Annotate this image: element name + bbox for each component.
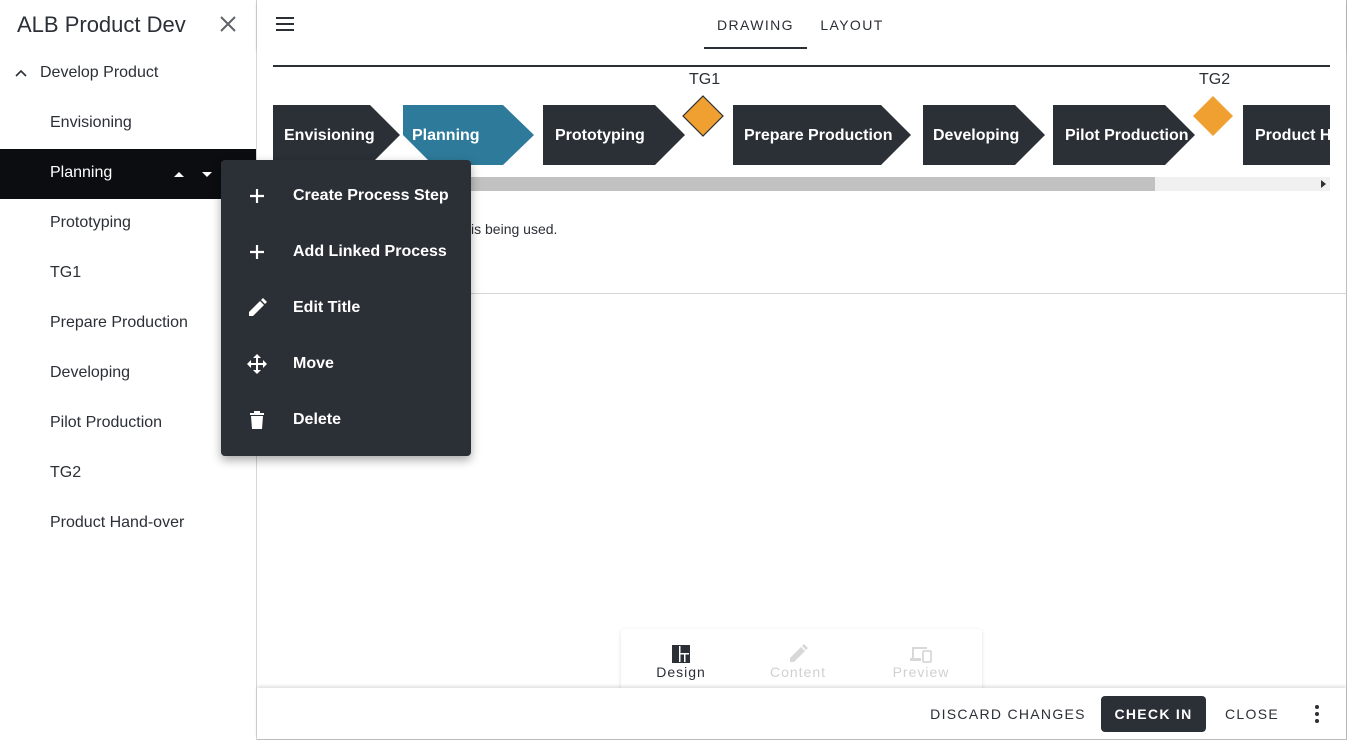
step-label-envisioning: Envisioning bbox=[284, 127, 375, 144]
menu-item-label: Delete bbox=[293, 411, 342, 428]
sidebar-item-label: Prepare Production bbox=[50, 314, 188, 331]
design-icon bbox=[672, 645, 690, 663]
discard-changes-button[interactable]: DISCARD CHANGES bbox=[924, 696, 1092, 732]
sidebar-item-label: Developing bbox=[50, 364, 131, 381]
close-button[interactable]: CLOSE bbox=[1215, 696, 1289, 732]
sidebar-item-label: Product Hand-over bbox=[50, 514, 185, 531]
trash-icon bbox=[250, 411, 264, 429]
move-icon bbox=[247, 354, 267, 374]
gate-label-tg1: TG1 bbox=[689, 71, 721, 88]
mode-label: Content bbox=[769, 664, 827, 680]
step-label-product-hand-over: Product Hand-over bbox=[1255, 127, 1330, 144]
process-shapes bbox=[273, 95, 1330, 165]
tab-layout[interactable]: LAYOUT bbox=[809, 0, 895, 49]
sidebar-item-tg1[interactable]: TG1 bbox=[0, 249, 256, 299]
gate-label-tg2: TG2 bbox=[1199, 71, 1231, 88]
step-label-pilot-production: Pilot Production bbox=[1065, 127, 1189, 144]
menu-item-label: Edit Title bbox=[293, 299, 361, 316]
menu-item-label: Create Process Step bbox=[293, 187, 449, 204]
step-label-developing: Developing bbox=[933, 127, 1020, 144]
mode-switcher: Design Content Preview bbox=[621, 629, 982, 691]
scroll-right-arrow-icon[interactable] bbox=[1321, 180, 1326, 188]
sidebar-item-tg2[interactable]: TG2 bbox=[0, 449, 256, 499]
sidebar-title: ALB Product Dev bbox=[17, 12, 186, 37]
sidebar-item-label: Envisioning bbox=[50, 114, 132, 131]
sidebar-item-label: Prototyping bbox=[50, 214, 131, 231]
step-label-planning: Planning bbox=[412, 127, 480, 144]
menu-item-delete[interactable]: Delete bbox=[221, 392, 471, 448]
sidebar-item-label: TG1 bbox=[50, 264, 82, 281]
devices-icon bbox=[910, 647, 932, 663]
move-up-arrow-icon[interactable] bbox=[171, 166, 187, 182]
menu-item-edit-title[interactable]: Edit Title bbox=[221, 280, 471, 336]
sidebar-parent-develop-product[interactable]: Develop Product bbox=[0, 55, 256, 91]
mode-preview-button[interactable]: Preview bbox=[861, 629, 981, 691]
sidebar-item-prototyping[interactable]: Prototyping bbox=[0, 199, 256, 249]
sidebar-item-label: Pilot Production bbox=[50, 414, 163, 431]
check-in-button[interactable]: CHECK IN bbox=[1101, 696, 1206, 732]
plus-icon bbox=[250, 245, 264, 259]
sidebar-item-developing[interactable]: Developing bbox=[0, 349, 256, 399]
sidebar-item-planning[interactable]: Planning bbox=[0, 149, 256, 199]
pencil-icon bbox=[249, 298, 267, 316]
sidebar-item-envisioning[interactable]: Envisioning bbox=[0, 99, 256, 149]
mode-design-button[interactable]: Design bbox=[621, 629, 741, 691]
hamburger-menu-icon[interactable] bbox=[275, 14, 295, 34]
context-menu: Create Process Step Add Linked Process E… bbox=[221, 160, 471, 456]
close-icon[interactable] bbox=[216, 12, 240, 36]
gate-shape-tg2[interactable] bbox=[1193, 96, 1233, 136]
footer-bar: DISCARD CHANGES CHECK IN CLOSE bbox=[257, 688, 1346, 739]
move-down-arrow-icon[interactable] bbox=[199, 166, 215, 182]
sidebar-item-product-hand-over[interactable]: Product Hand-over bbox=[0, 499, 256, 549]
sidebar-item-label: TG2 bbox=[50, 464, 82, 481]
more-options-icon[interactable] bbox=[1307, 702, 1327, 726]
sidebar: ALB Product Dev Develop Product Envision… bbox=[0, 0, 257, 740]
menu-item-add-linked-process[interactable]: Add Linked Process bbox=[221, 224, 471, 280]
sidebar-item-prepare-production[interactable]: Prepare Production bbox=[0, 299, 256, 349]
step-label-prepare-production: Prepare Production bbox=[744, 127, 893, 144]
sidebar-item-pilot-production[interactable]: Pilot Production bbox=[0, 399, 256, 449]
menu-item-move[interactable]: Move bbox=[221, 336, 471, 392]
mode-label: Preview bbox=[892, 664, 950, 680]
gate-shape-tg1[interactable] bbox=[682, 95, 724, 137]
step-label-prototyping: Prototyping bbox=[555, 127, 645, 144]
sidebar-parent-label: Develop Product bbox=[40, 64, 159, 81]
menu-item-label: Move bbox=[293, 355, 334, 372]
mode-content-button[interactable]: Content bbox=[738, 629, 858, 691]
tab-drawing[interactable]: DRAWING bbox=[704, 0, 807, 49]
pencil-icon bbox=[790, 644, 808, 662]
menu-item-create-process-step[interactable]: Create Process Step bbox=[221, 168, 471, 224]
chevron-up-icon bbox=[15, 69, 27, 77]
mode-label: Design bbox=[656, 664, 706, 680]
top-bar: DRAWING LAYOUT bbox=[257, 0, 1346, 49]
menu-item-label: Add Linked Process bbox=[293, 243, 447, 260]
sidebar-item-label: Planning bbox=[50, 164, 113, 181]
plus-icon bbox=[250, 189, 264, 203]
